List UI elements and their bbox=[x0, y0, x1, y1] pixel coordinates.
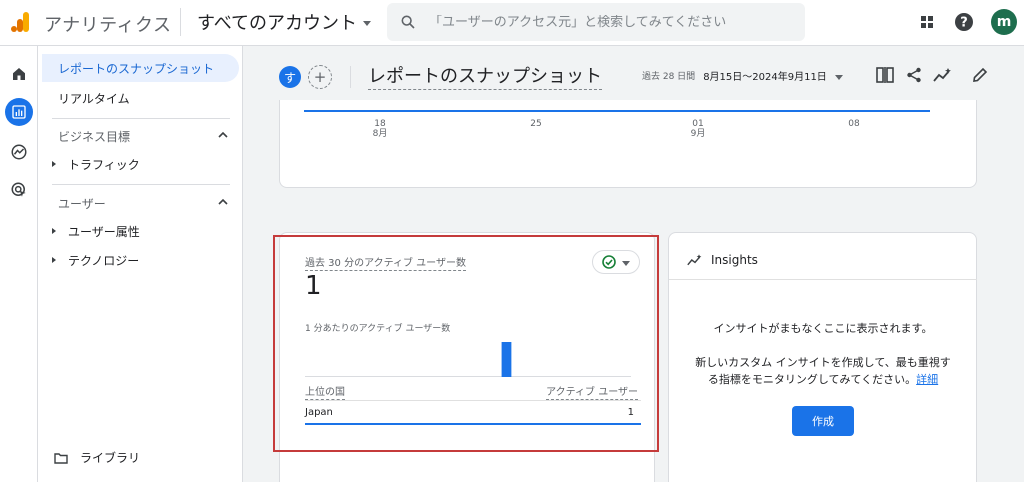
analytics-logo-icon[interactable] bbox=[9, 10, 33, 34]
sidebar-item-label: リアルタイム bbox=[58, 91, 130, 106]
app-title: アナリティクス bbox=[44, 15, 172, 36]
search-bar[interactable] bbox=[387, 3, 805, 41]
insights-header: Insights bbox=[687, 253, 758, 267]
sidebar-item-realtime[interactable]: リアルタイム bbox=[42, 84, 239, 112]
expand-arrow-icon bbox=[52, 228, 56, 234]
share-icon[interactable] bbox=[903, 64, 925, 86]
caret-down-icon bbox=[363, 21, 372, 26]
help-icon[interactable]: ? bbox=[954, 12, 974, 32]
chevron-up-icon[interactable] bbox=[218, 198, 228, 206]
account-label: すべてのアカウント bbox=[197, 13, 358, 34]
divider bbox=[669, 279, 977, 280]
x-tick: 08 bbox=[848, 119, 860, 129]
insights-title: Insights bbox=[711, 253, 758, 267]
insights-card: Insights インサイトがまもなくここに表示されます。 新しいカスタム イン… bbox=[668, 232, 977, 482]
home-icon[interactable] bbox=[5, 60, 33, 88]
divider bbox=[180, 8, 181, 36]
sidebar-item-technology[interactable]: テクノロジー bbox=[42, 246, 239, 274]
search-input[interactable] bbox=[429, 14, 789, 30]
collection-badge[interactable]: す bbox=[279, 66, 301, 88]
insights-description-line2: る指標をモニタリングしてみてください。詳細 bbox=[707, 373, 939, 386]
highlight-frame bbox=[273, 235, 659, 452]
divider bbox=[350, 66, 351, 88]
section-business-goals[interactable]: ビジネス目標 bbox=[58, 128, 130, 145]
insights-coming-soon: インサイトがまもなくここに表示されます。 bbox=[713, 322, 933, 335]
expand-arrow-icon bbox=[52, 257, 56, 263]
sidebar-item-traffic[interactable]: トラフィック bbox=[42, 150, 239, 178]
trend-line bbox=[304, 110, 930, 112]
add-comparison-button[interactable]: + bbox=[308, 65, 332, 89]
reports-icon[interactable] bbox=[5, 98, 33, 126]
section-user[interactable]: ユーザー bbox=[58, 195, 106, 212]
advertising-icon[interactable] bbox=[5, 176, 33, 204]
chevron-up-icon[interactable] bbox=[218, 131, 228, 139]
top-bar: アナリティクス すべてのアカウント ? m bbox=[0, 0, 1024, 46]
create-insight-button[interactable]: 作成 bbox=[792, 406, 854, 436]
divider bbox=[52, 118, 230, 119]
users-trend-card: 18 8月 25 01 9月 08 bbox=[279, 100, 977, 188]
sidebar-item-label: テクノロジー bbox=[68, 253, 140, 268]
insights-sparkle-icon bbox=[687, 254, 702, 266]
x-tick: 25 bbox=[530, 119, 542, 129]
sidebar-item-label: ユーザー属性 bbox=[68, 224, 140, 239]
divider bbox=[52, 184, 230, 185]
edit-icon[interactable] bbox=[969, 64, 991, 86]
avatar[interactable]: m bbox=[991, 9, 1017, 35]
left-nav-rail bbox=[0, 46, 38, 482]
report-header: す + レポートのスナップショット 過去 28 日間 8月15日〜2024年9月… bbox=[243, 46, 1024, 102]
learn-more-link[interactable]: 詳細 bbox=[916, 373, 938, 386]
expand-arrow-icon bbox=[52, 161, 56, 167]
apps-grid-icon[interactable] bbox=[917, 12, 937, 32]
insights-description-line1: 新しいカスタム インサイトを作成して、最も重視す bbox=[695, 356, 951, 369]
sidebar-item-label: ライブラリ bbox=[80, 451, 141, 465]
explore-icon[interactable] bbox=[5, 138, 33, 166]
compare-icon[interactable] bbox=[874, 64, 896, 86]
insights-icon[interactable] bbox=[932, 64, 954, 86]
folder-icon bbox=[54, 452, 68, 464]
sidebar-item-label: レポートのスナップショット bbox=[58, 61, 215, 76]
date-range-picker[interactable]: 過去 28 日間 8月15日〜2024年9月11日 bbox=[642, 68, 843, 83]
caret-down-icon bbox=[834, 74, 843, 80]
date-range-prefix: 過去 28 日間 bbox=[642, 72, 696, 82]
date-range-value: 8月15日〜2024年9月11日 bbox=[703, 72, 827, 83]
sidebar-item-demographics[interactable]: ユーザー属性 bbox=[42, 217, 239, 245]
page-title: レポートのスナップショット bbox=[368, 62, 602, 90]
x-tick: 01 9月 bbox=[690, 119, 706, 139]
x-tick: 18 8月 bbox=[372, 119, 388, 139]
sidebar-item-library[interactable]: ライブラリ bbox=[54, 449, 140, 466]
svg-text:?: ? bbox=[960, 16, 968, 31]
account-selector[interactable]: すべてのアカウント bbox=[197, 9, 372, 35]
sidebar-item-report-snapshot[interactable]: レポートのスナップショット bbox=[42, 54, 239, 82]
sidebar: レポートのスナップショット リアルタイム ビジネス目標 トラフィック ユーザー … bbox=[38, 46, 243, 482]
sidebar-item-label: トラフィック bbox=[68, 157, 140, 172]
search-icon bbox=[387, 14, 429, 30]
